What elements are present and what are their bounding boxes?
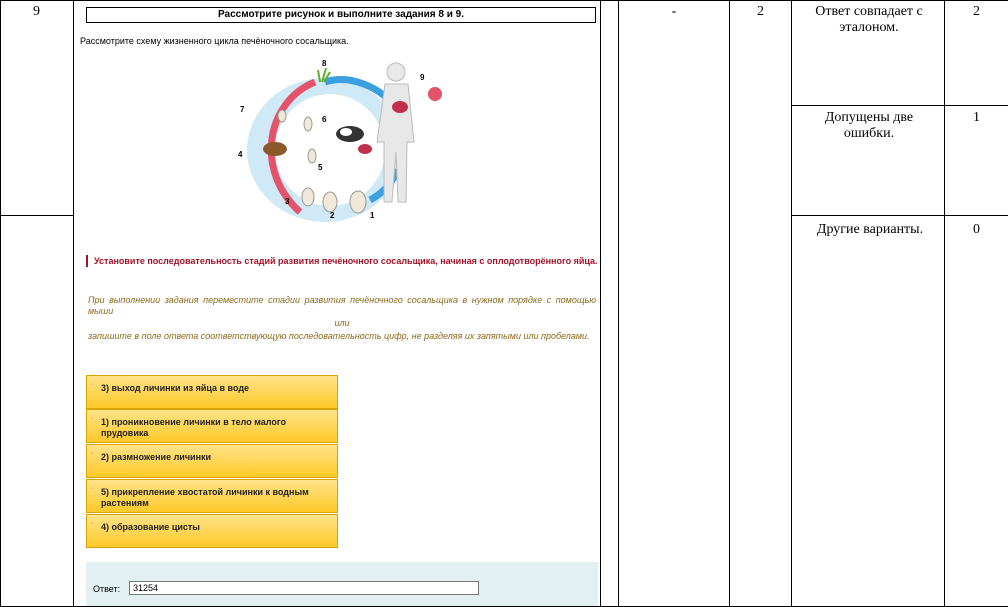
hint-drag: При выполнении задания переместите стади… bbox=[88, 295, 596, 316]
figure-label: 1 bbox=[370, 211, 375, 220]
criterion-text: Ответ совпадает с эталоном. bbox=[815, 4, 923, 35]
table-divider-3 bbox=[618, 0, 619, 607]
criterion-score: 1 bbox=[973, 110, 980, 125]
table-row-line-2b bbox=[792, 215, 1008, 216]
table-divider-1 bbox=[73, 0, 74, 607]
larva-5 bbox=[307, 148, 317, 164]
task-title: Рассмотрите рисунок и выполните задания … bbox=[86, 7, 596, 23]
max-score: 2 bbox=[757, 4, 764, 19]
egg-3 bbox=[301, 187, 315, 207]
criterion-text: Допущены две ошибки. bbox=[824, 110, 914, 141]
figure-label: 7 bbox=[240, 105, 245, 114]
drag-handle-icon: ◦ bbox=[91, 382, 94, 388]
egg-2 bbox=[322, 191, 338, 213]
dash-cell: - bbox=[671, 4, 677, 19]
task-number: 9 bbox=[33, 4, 40, 19]
table-divider-2 bbox=[600, 0, 601, 607]
stage-item[interactable]: ◦ 2) размножение личинки bbox=[86, 444, 338, 478]
task-intro: Рассмотрите схему жизненного цикла печён… bbox=[80, 36, 349, 46]
stage-item[interactable]: ◦ 1) проникновение личинки в тело малого… bbox=[86, 409, 338, 443]
figure-label: 9 bbox=[420, 73, 425, 82]
figure-label: 8 bbox=[322, 59, 327, 68]
stage-text: 2) размножение личинки bbox=[101, 452, 212, 462]
stage-text: 5) прикрепление хвостатой личинки к водн… bbox=[101, 487, 309, 508]
drag-handle-icon: ◦ bbox=[91, 486, 94, 492]
drag-handle-icon: ◦ bbox=[91, 521, 94, 527]
liver-small bbox=[358, 144, 372, 154]
stage-text: 3) выход личинки из яйца в воде bbox=[101, 383, 250, 393]
larva-6 bbox=[303, 116, 313, 132]
figure-label: 3 bbox=[285, 197, 290, 206]
drag-handle-icon: ◦ bbox=[91, 451, 94, 457]
table-divider-4 bbox=[729, 0, 730, 607]
figure-label: 2 bbox=[330, 211, 335, 220]
stage-item[interactable]: ◦ 5) прикрепление хвостатой личинки к во… bbox=[86, 479, 338, 513]
table-row-line-2 bbox=[0, 215, 74, 216]
criterion-text: Другие варианты. bbox=[816, 222, 924, 237]
criterion-score: 2 bbox=[973, 4, 980, 19]
stage-item[interactable]: ◦ 4) образование цисты bbox=[86, 514, 338, 548]
table-border-left bbox=[0, 0, 1, 607]
larva-7 bbox=[277, 109, 287, 123]
stage-text: 4) образование цисты bbox=[101, 522, 200, 532]
drag-handle-icon: ◦ bbox=[91, 416, 94, 422]
snail bbox=[263, 142, 287, 156]
criterion-score: 0 bbox=[973, 222, 980, 237]
figure-label: 6 bbox=[322, 115, 327, 124]
liver-detail bbox=[428, 87, 442, 101]
table-divider-5 bbox=[791, 0, 792, 607]
stage-item[interactable]: ◦ 3) выход личинки из яйца в воде bbox=[86, 375, 338, 409]
egg-1 bbox=[349, 190, 367, 214]
task-instruction: Установите последовательность стадий раз… bbox=[86, 255, 604, 267]
table-border-top bbox=[0, 0, 1008, 1]
sheep bbox=[336, 126, 364, 142]
figure-label: 5 bbox=[318, 163, 323, 172]
answer-label: Ответ: bbox=[93, 584, 121, 594]
figure-label: 4 bbox=[238, 150, 243, 159]
table-divider-6 bbox=[944, 0, 945, 607]
answer-panel: Ответ: 31254 bbox=[86, 562, 598, 606]
answer-input[interactable]: 31254 bbox=[129, 581, 479, 595]
life-cycle-figure: 1 2 3 4 5 6 7 8 9 bbox=[238, 59, 442, 222]
stage-text: 1) проникновение личинки в тело малого п… bbox=[101, 417, 287, 438]
hint-type: запишите в поле ответа соответствующую п… bbox=[88, 331, 590, 341]
hint-or: или bbox=[334, 318, 350, 328]
table-row-line-1 bbox=[792, 105, 1008, 106]
